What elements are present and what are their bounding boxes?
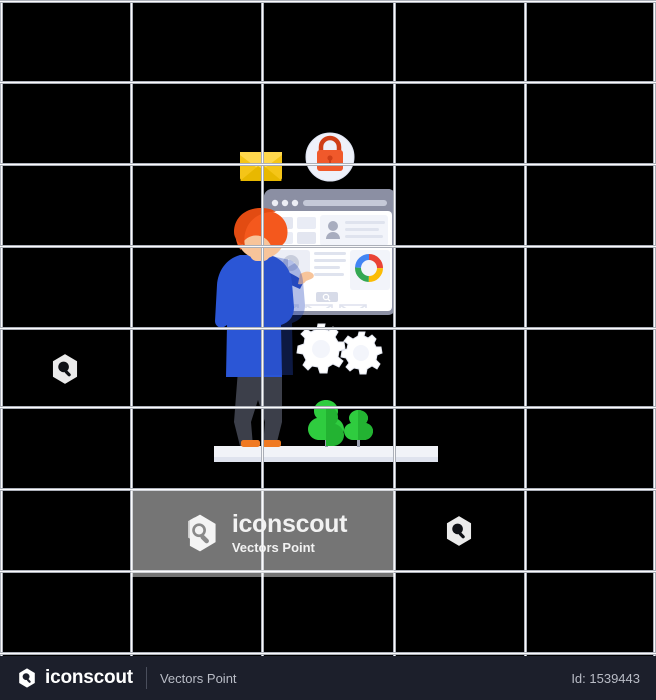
iconscout-logo-icon — [446, 516, 472, 546]
footer-tagline: Vectors Point — [159, 670, 237, 686]
watermark-small-right — [442, 514, 476, 548]
tree-icons — [308, 400, 373, 447]
watermark-plate: iconscout Vectors Point — [131, 489, 394, 577]
illustration-stage: iconscout Vectors Point — [0, 0, 656, 656]
watermark-text: iconscout Vectors Point — [231, 510, 348, 555]
iconscout-logo-icon — [178, 511, 222, 555]
iconscout-logo-icon — [16, 667, 38, 689]
donut-chart — [350, 250, 390, 290]
gear-icons — [296, 323, 383, 375]
footer-asset-id: Id: 1539443 — [571, 670, 640, 686]
watermark-brand: iconscout — [231, 510, 348, 538]
browser-dots — [271, 199, 299, 207]
watermark-small-left — [48, 352, 82, 386]
envelope-icon — [240, 152, 282, 181]
footer-brand: iconscout — [45, 667, 133, 688]
avatar-block — [320, 215, 388, 246]
floor-platform — [214, 446, 438, 462]
watermark-tagline: Vectors Point — [231, 540, 315, 555]
footer-divider — [145, 667, 147, 689]
iconscout-logo-icon — [52, 354, 78, 384]
lock-badge-icon — [305, 132, 355, 182]
footer-bar: iconscout Vectors Point Id: 1539443 — [0, 656, 656, 700]
search-chip — [316, 292, 338, 302]
browser-address-bar — [303, 200, 387, 206]
